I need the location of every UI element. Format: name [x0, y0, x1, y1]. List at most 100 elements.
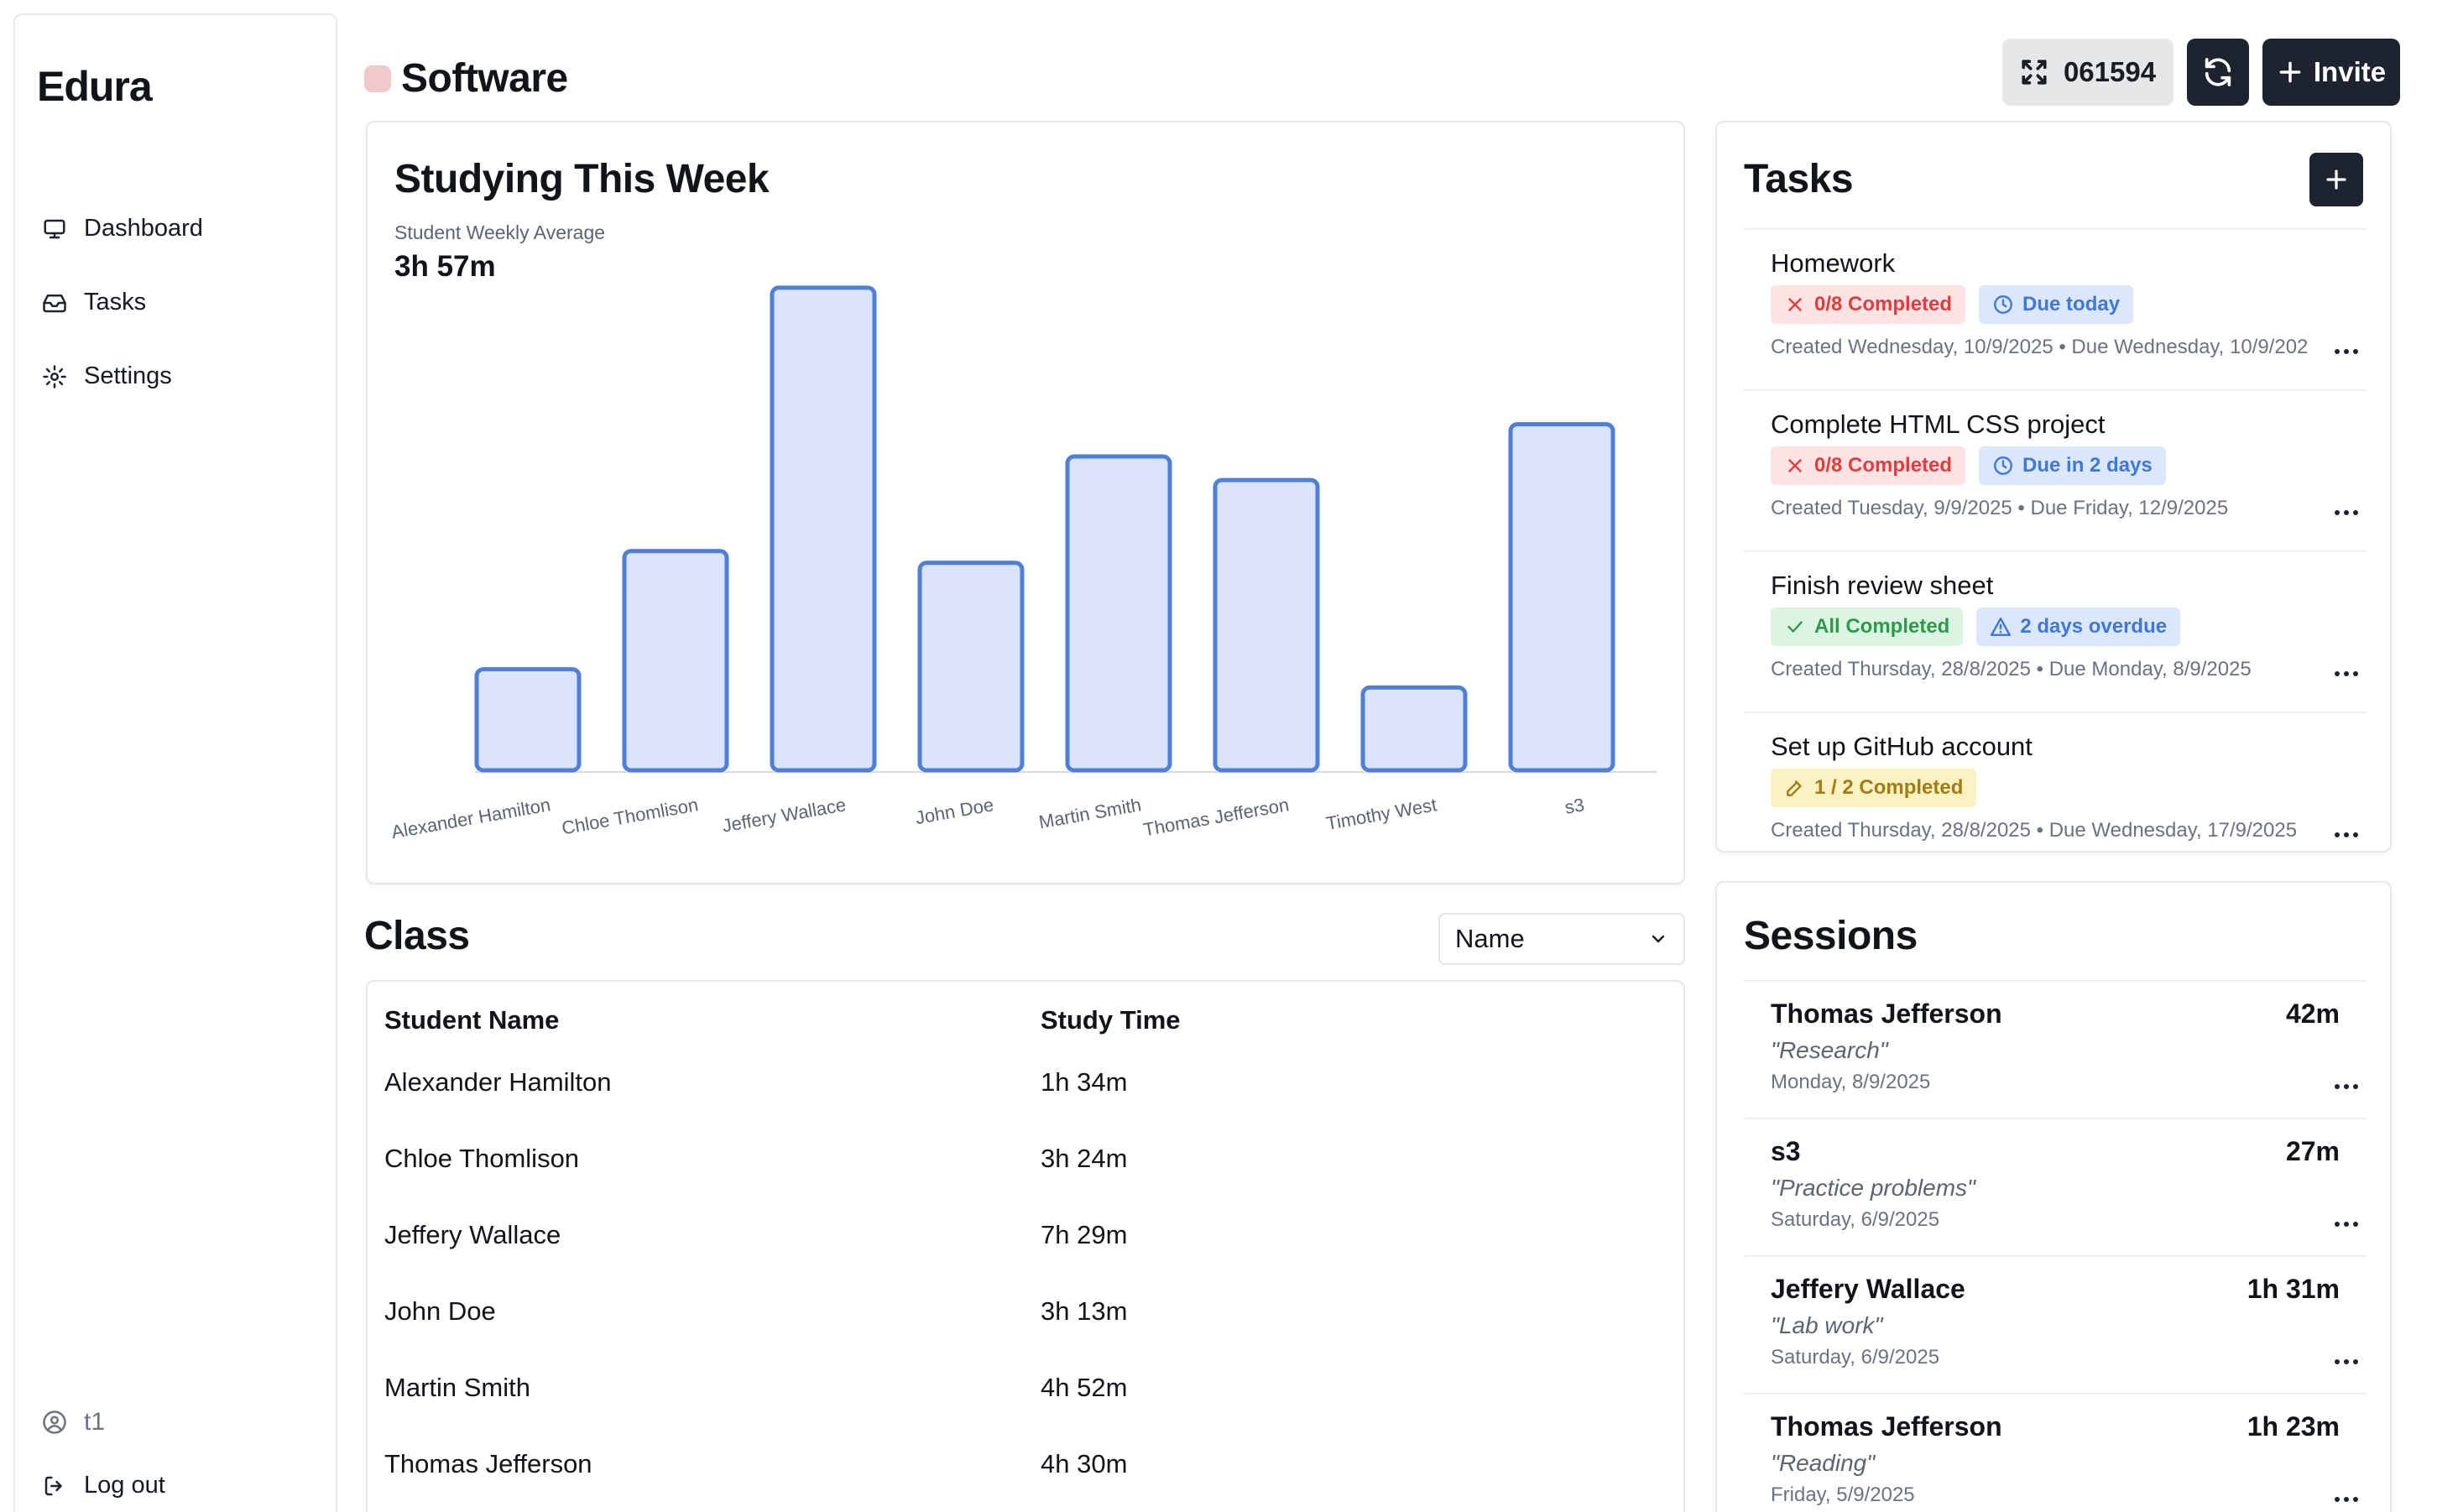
table-row[interactable]: Alexander Hamilton 1h 34m	[384, 1067, 1668, 1098]
student-name-cell: Martin Smith	[384, 1373, 530, 1402]
column-header-study-time[interactable]: Study Time	[1041, 1005, 1181, 1035]
study-time-cell: 4h 52m	[1041, 1373, 1128, 1402]
task-status-badge: 0/8 Completed	[1771, 446, 1966, 485]
more-icon	[2335, 1222, 2358, 1227]
more-icon	[2335, 1497, 2358, 1502]
student-name-cell: Thomas Jefferson	[384, 1449, 592, 1478]
task-status-badge: Due in 2 days	[1979, 446, 2166, 485]
badge-label: 0/8 Completed	[1814, 293, 1953, 315]
refresh-button[interactable]	[2187, 39, 2249, 106]
x-tick-label: Martin Smith	[1037, 794, 1143, 832]
more-options-button[interactable]	[2330, 822, 2363, 847]
more-icon	[2335, 832, 2358, 837]
session-student: Thomas Jefferson	[1771, 998, 2002, 1029]
x-icon	[1788, 298, 1802, 311]
logout-label: Log out	[84, 1472, 165, 1499]
user-circle-icon	[43, 1410, 66, 1434]
sidebar-item-dashboard[interactable]: Dashboard	[42, 215, 203, 242]
table-row[interactable]: Martin Smith 4h 52m	[384, 1373, 1668, 1403]
task-status-badge: 0/8 Completed	[1771, 285, 1966, 324]
student-name-cell: Alexander Hamilton	[384, 1067, 612, 1097]
more-options-button[interactable]	[2330, 339, 2363, 364]
student-name-cell: Jeffery Wallace	[384, 1220, 561, 1249]
class-code: 061594	[2063, 56, 2157, 87]
chart-bar[interactable]	[474, 667, 582, 773]
task-name: Complete HTML CSS project	[1771, 409, 2106, 439]
session-date: Friday, 5/9/2025	[1771, 1483, 1915, 1506]
task-item[interactable]: Complete HTML CSS project 0/8 Completed …	[1744, 389, 2367, 540]
more-options-button[interactable]	[2330, 500, 2363, 525]
sort-value: Name	[1455, 924, 1525, 953]
page-header: Software	[364, 55, 568, 102]
task-meta: Created Wednesday, 10/9/2025 • Due Wedne…	[1771, 336, 2308, 358]
table-row[interactable]: Jeffery Wallace 7h 29m	[384, 1220, 1668, 1250]
task-item[interactable]: Finish review sheet All Completed 2 days…	[1744, 550, 2367, 701]
plus-icon	[2279, 61, 2301, 83]
more-options-button[interactable]	[2330, 1212, 2363, 1237]
study-time-cell: 1h 34m	[1041, 1067, 1128, 1097]
more-icon	[2335, 671, 2358, 676]
session-date: Monday, 8/9/2025	[1771, 1071, 1931, 1093]
invite-button[interactable]: Invite	[2262, 39, 2400, 106]
study-time-cell: 3h 13m	[1041, 1296, 1128, 1326]
tasks-card: Tasks Homework 0/8 Completed Due today C…	[1715, 121, 2392, 852]
sidebar: Edura Dashboard Tasks Settings t1 Log ou…	[13, 13, 337, 1512]
session-note: "Reading"	[1771, 1450, 1876, 1476]
table-row[interactable]: Thomas Jefferson 4h 30m	[384, 1449, 1668, 1479]
badge-label: 1 / 2 Completed	[1814, 776, 1964, 799]
badge-label: Due today	[2022, 293, 2121, 315]
chevron-down-icon	[1652, 935, 1665, 943]
sidebar-item-label: Dashboard	[84, 215, 203, 242]
task-status-badge: Due today	[1979, 285, 2134, 324]
column-header-student[interactable]: Student Name	[384, 1005, 1041, 1035]
sidebar-item-label: Settings	[84, 362, 172, 389]
more-options-button[interactable]	[2330, 1349, 2363, 1374]
table-row[interactable]: John Doe 3h 13m	[384, 1296, 1668, 1327]
chart-bar[interactable]	[1360, 685, 1468, 773]
badge-label: Due in 2 days	[2022, 454, 2153, 477]
add-task-button[interactable]	[2309, 153, 2363, 206]
sort-select[interactable]: Name	[1438, 913, 1685, 965]
gear-icon	[43, 364, 66, 388]
class-code-button[interactable]: 061594	[2002, 39, 2173, 106]
chart-bar[interactable]	[622, 549, 729, 773]
more-options-button[interactable]	[2330, 661, 2363, 686]
session-item[interactable]: Thomas Jefferson 42m "Research" Monday, …	[1744, 980, 2367, 1118]
chart-bar[interactable]	[917, 560, 1025, 773]
session-duration: 1h 31m	[2247, 1274, 2340, 1304]
logout-icon	[44, 1476, 62, 1495]
sessions-title: Sessions	[1744, 914, 1918, 958]
task-item[interactable]: Homework 0/8 Completed Due today Created…	[1744, 228, 2367, 379]
more-icon	[2335, 1084, 2358, 1089]
page-title: Software	[401, 56, 568, 101]
chart-bar[interactable]	[1065, 454, 1172, 773]
badge-label: All Completed	[1814, 615, 1950, 638]
x-tick-label: Alexander Hamilton	[389, 794, 551, 842]
task-name: Homework	[1771, 248, 1896, 278]
session-item[interactable]: Jeffery Wallace 1h 31m "Lab work" Saturd…	[1744, 1255, 2367, 1393]
x-tick-label: Jeffery Wallace	[721, 794, 848, 837]
chart-bar[interactable]	[770, 285, 877, 773]
session-note: "Practice problems"	[1771, 1175, 1975, 1201]
task-status-badge: 1 / 2 Completed	[1771, 769, 1977, 807]
task-name: Finish review sheet	[1771, 571, 1994, 600]
table-row[interactable]: Chloe Thomlison 3h 24m	[384, 1144, 1668, 1174]
more-icon	[2335, 349, 2358, 354]
session-item[interactable]: s3 27m "Practice problems" Saturday, 6/9…	[1744, 1118, 2367, 1255]
logout-button[interactable]: Log out	[42, 1472, 165, 1499]
sidebar-item-tasks[interactable]: Tasks	[42, 289, 146, 316]
more-options-button[interactable]	[2330, 1074, 2363, 1099]
sidebar-item-label: Tasks	[84, 289, 147, 315]
app-logo: Edura	[37, 63, 153, 110]
pencil-icon	[1787, 780, 1802, 796]
session-duration: 27m	[2285, 1136, 2340, 1166]
sidebar-item-settings[interactable]: Settings	[42, 362, 172, 390]
session-date: Saturday, 6/9/2025	[1771, 1208, 1940, 1231]
current-user[interactable]: t1	[42, 1408, 105, 1436]
session-item[interactable]: Thomas Jefferson 1h 23m "Reading" Friday…	[1744, 1393, 2367, 1512]
chart-bar[interactable]	[1213, 477, 1320, 773]
task-item[interactable]: Set up GitHub account 1 / 2 Completed Cr…	[1744, 712, 2367, 863]
more-options-button[interactable]	[2330, 1487, 2363, 1512]
class-table: Student Name Study Time Alexander Hamilt…	[366, 980, 1685, 1512]
chart-bar[interactable]	[1508, 422, 1615, 773]
